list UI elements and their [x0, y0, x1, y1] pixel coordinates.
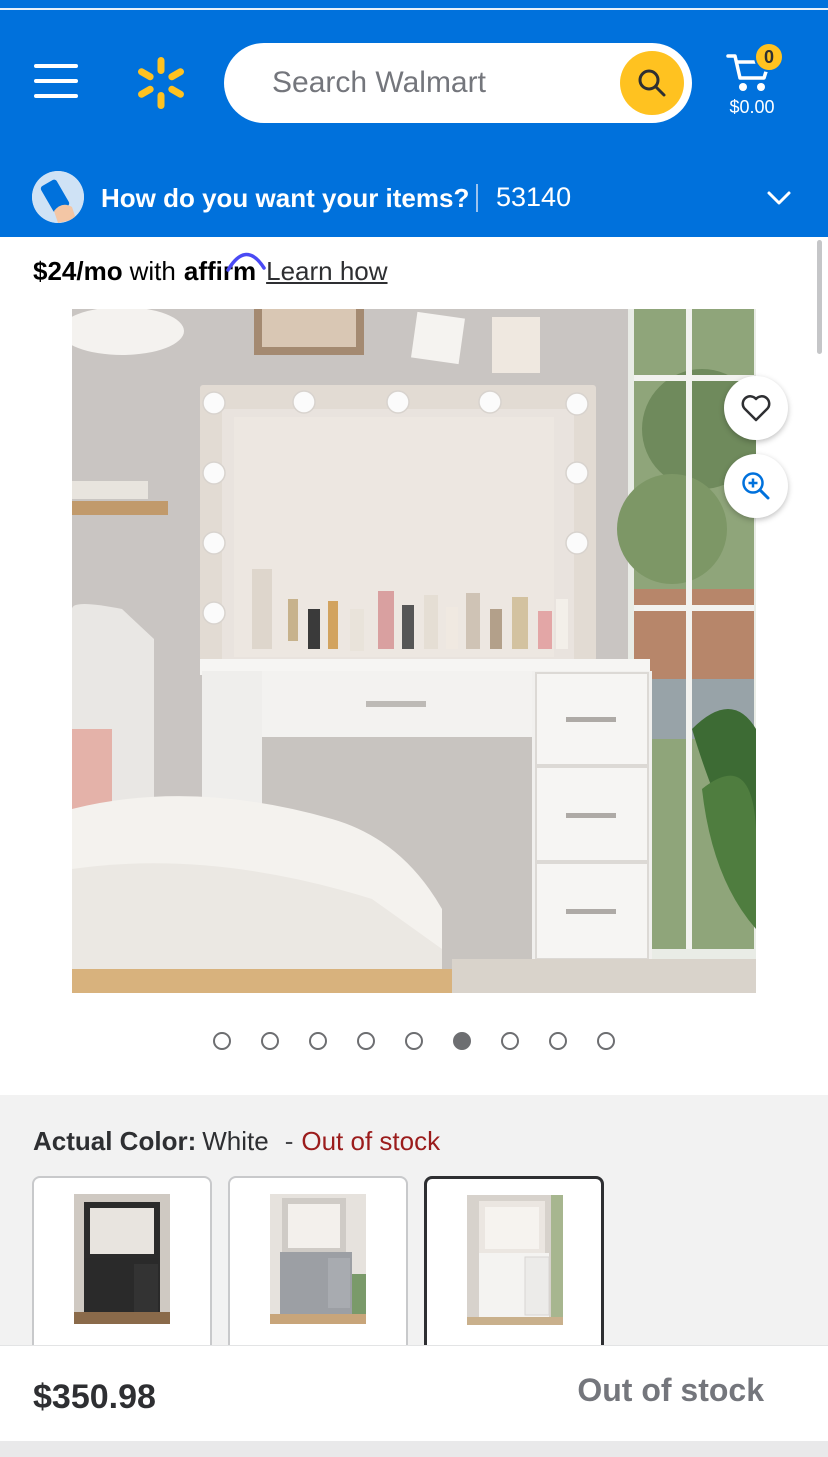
search-button[interactable]	[620, 51, 684, 115]
bottom-purchase-bar: $350.98 Out of stock	[0, 1345, 828, 1441]
carousel-dot[interactable]	[549, 1032, 567, 1050]
search-icon	[638, 69, 666, 97]
carousel-dot[interactable]	[309, 1032, 327, 1050]
chevron-down-icon	[767, 191, 791, 205]
cart-count-badge: 0	[754, 42, 784, 72]
affirm-with-text: with	[129, 256, 176, 286]
fulfillment-prompt: How do you want your items?	[101, 183, 470, 213]
zoom-in-icon	[742, 472, 770, 500]
variant-value: White	[202, 1126, 269, 1156]
vanity-photo	[72, 309, 756, 993]
carousel-dot[interactable]	[357, 1032, 375, 1050]
search-bar	[224, 43, 692, 123]
learn-how-link[interactable]: Learn how	[266, 256, 387, 287]
menu-button[interactable]	[34, 64, 78, 102]
favorite-button[interactable]	[724, 376, 788, 440]
affirm-row: $24/mo with affirm Learn how	[33, 252, 388, 290]
menu-line	[34, 94, 78, 98]
cart-total: $0.00	[729, 97, 775, 117]
affirm-logo: affirm	[184, 252, 266, 287]
search-input[interactable]	[272, 63, 612, 103]
swatch-white[interactable]	[424, 1176, 604, 1356]
carousel-dot[interactable]	[261, 1032, 279, 1050]
zip-code: 53140	[496, 182, 572, 212]
affirm-arc-icon	[226, 252, 266, 272]
swatch-gray[interactable]	[228, 1176, 408, 1356]
out-of-stock-label: Out of stock	[577, 1372, 764, 1408]
bottom-divider	[0, 1441, 828, 1457]
swatch-white-image	[467, 1195, 563, 1325]
product-image[interactable]	[72, 309, 756, 993]
variant-label: Actual Color:	[33, 1126, 197, 1156]
variant-heading: Actual Color: White - Out of stock	[33, 1126, 440, 1157]
swatch-black[interactable]	[32, 1176, 212, 1356]
heart-icon	[741, 395, 771, 422]
variant-separator: -	[284, 1126, 294, 1156]
fulfillment-icon	[32, 171, 84, 223]
carousel-dot[interactable]	[597, 1032, 615, 1050]
swatch-black-image	[74, 1194, 170, 1324]
header: 0 $0.00 How do you want your items? 5314…	[0, 0, 828, 237]
image-carousel-dots	[213, 1032, 615, 1052]
variant-stock-status: Out of stock	[301, 1126, 441, 1156]
carousel-dot[interactable]	[405, 1032, 423, 1050]
menu-line	[34, 64, 78, 68]
carousel-dot[interactable]	[213, 1032, 231, 1050]
header-divider	[0, 8, 828, 10]
product-price: $350.98	[33, 1378, 156, 1416]
swatch-gray-image	[270, 1194, 366, 1324]
affirm-monthly-price: $24/mo	[33, 256, 123, 286]
scrollbar[interactable]	[817, 240, 822, 354]
carousel-dot[interactable]	[453, 1032, 471, 1050]
zoom-button[interactable]	[724, 454, 788, 518]
carousel-dot[interactable]	[501, 1032, 519, 1050]
fulfillment-divider	[476, 184, 478, 212]
menu-line	[34, 79, 78, 83]
fulfillment-selector[interactable]: How do you want your items? 53140	[0, 160, 828, 237]
walmart-spark-logo[interactable]	[133, 55, 189, 111]
cart-button[interactable]: 0 $0.00	[722, 42, 792, 122]
